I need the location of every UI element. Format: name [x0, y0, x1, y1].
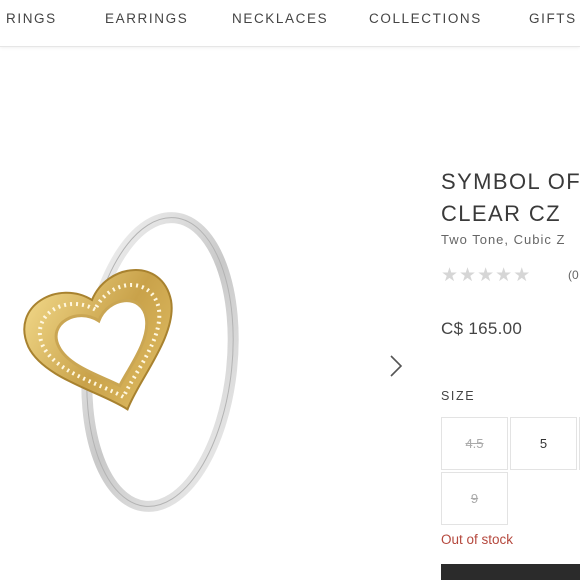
review-count[interactable]: (0 — [568, 268, 579, 282]
nav-item-rings[interactable]: RINGS — [6, 11, 57, 26]
size-option-5[interactable]: 5 — [510, 417, 577, 470]
stock-status: Out of stock — [441, 532, 514, 547]
nav-item-earrings[interactable]: EARRINGS — [105, 11, 188, 26]
rating-stars[interactable]: ★★★★★ — [441, 264, 531, 287]
top-navigation: RINGS EARRINGS NECKLACES COLLECTIONS GIF… — [0, 0, 580, 47]
next-image-arrow-icon[interactable] — [386, 352, 406, 380]
star-icon: ★ — [477, 265, 495, 286]
add-to-cart-button[interactable] — [441, 564, 580, 580]
product-subtitle: Two Tone, Cubic Z — [441, 232, 566, 247]
size-label: SIZE — [441, 389, 476, 403]
nav-item-necklaces[interactable]: NECKLACES — [232, 11, 328, 26]
product-price: C$ 165.00 — [441, 319, 523, 338]
star-icon: ★ — [441, 265, 459, 286]
product-image-ring — [23, 212, 239, 512]
star-icon: ★ — [459, 265, 477, 286]
product-title-line2: CLEAR CZ — [441, 201, 561, 226]
nav-item-collections[interactable]: COLLECTIONS — [369, 11, 482, 26]
star-icon: ★ — [513, 265, 531, 286]
product-image-gallery — [0, 140, 420, 580]
star-icon: ★ — [495, 265, 513, 286]
product-title: SYMBOL OF CLEAR CZ — [441, 166, 580, 230]
size-option-4-5[interactable]: 4.5 — [441, 417, 508, 470]
size-option-9[interactable]: 9 — [441, 472, 508, 525]
nav-item-gifts[interactable]: GIFTS — [529, 11, 577, 26]
product-title-line1: SYMBOL OF — [441, 169, 580, 194]
